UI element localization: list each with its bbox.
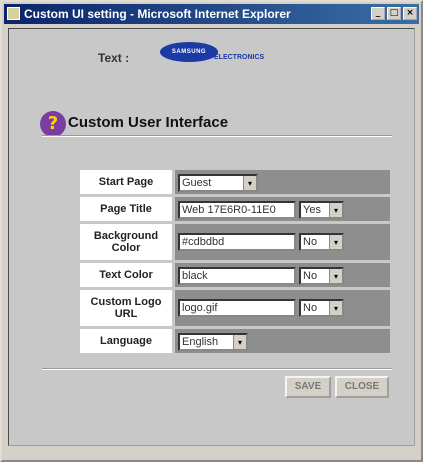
row-custom-logo-url: Custom Logo URL logo.gif No ▾ [80, 290, 390, 326]
window-title: Custom UI setting - Microsoft Internet E… [24, 7, 291, 21]
background-color-toggle[interactable]: No ▾ [299, 233, 344, 251]
language-label: Language [80, 329, 172, 353]
background-color-input[interactable]: #cdbdbd [178, 233, 296, 251]
background-color-cell: #cdbdbd No ▾ [175, 224, 390, 260]
page-title-label: Page Title [80, 197, 172, 221]
divider [42, 368, 392, 370]
row-background-color: Background Color #cdbdbd No ▾ [80, 224, 390, 260]
page-title-input[interactable]: Web 17E6R0-11E0 [178, 201, 296, 219]
page-title-toggle-value: Yes [303, 204, 321, 216]
save-button[interactable]: SAVE [285, 376, 331, 398]
start-page-select[interactable]: Guest ▾ [178, 174, 258, 192]
custom-logo-url-input[interactable]: logo.gif [178, 299, 296, 317]
samsung-logo: SAMSUNG ELECTRONICS [160, 42, 290, 68]
row-text-color: Text Color black No ▾ [80, 263, 390, 287]
custom-logo-url-cell: logo.gif No ▾ [175, 290, 390, 326]
language-cell: English ▾ [175, 329, 390, 353]
page-title-toggle[interactable]: Yes ▾ [299, 201, 344, 219]
chevron-down-icon[interactable]: ▾ [329, 301, 342, 315]
close-button[interactable]: CLOSE [335, 376, 389, 398]
start-page-label: Start Page [80, 170, 172, 194]
chevron-down-icon[interactable]: ▾ [243, 176, 256, 190]
chevron-down-icon[interactable]: ▾ [329, 235, 342, 249]
start-page-cell: Guest ▾ [175, 170, 390, 194]
minimize-icon[interactable]: _ [371, 7, 385, 20]
title-bar: Custom UI setting - Microsoft Internet E… [4, 4, 419, 24]
section-title: Custom User Interface [68, 114, 229, 131]
chevron-down-icon[interactable]: ▾ [329, 203, 342, 217]
text-color-input[interactable]: black [178, 267, 296, 285]
custom-logo-url-toggle[interactable]: No ▾ [299, 299, 344, 317]
background-color-toggle-value: No [303, 236, 318, 248]
start-page-value: Guest [182, 177, 212, 189]
row-start-page: Start Page Guest ▾ [80, 170, 390, 194]
chevron-down-icon[interactable]: ▾ [329, 269, 342, 283]
language-value: English [182, 336, 219, 348]
background-color-label: Background Color [80, 224, 172, 260]
logo-subtitle: ELECTRONICS [214, 54, 265, 61]
logo-brand: SAMSUNG [160, 42, 218, 62]
row-page-title: Page Title Web 17E6R0-11E0 Yes ▾ [80, 197, 390, 221]
custom-logo-url-label: Custom Logo URL [80, 290, 172, 326]
maximize-icon[interactable]: □ [387, 7, 401, 20]
chevron-down-icon[interactable]: ▾ [233, 335, 246, 349]
text-color-toggle-value: No [303, 270, 318, 282]
divider [42, 135, 392, 137]
help-icon: ? [40, 111, 66, 137]
text-color-toggle[interactable]: No ▾ [299, 267, 344, 285]
text-label: Text : [98, 51, 130, 65]
text-color-label: Text Color [80, 263, 172, 287]
browser-window: Custom UI setting - Microsoft Internet E… [0, 0, 423, 462]
close-icon[interactable]: × [403, 7, 417, 20]
page-title-cell: Web 17E6R0-11E0 Yes ▾ [175, 197, 390, 221]
row-language: Language English ▾ [80, 329, 390, 353]
app-icon [7, 7, 20, 20]
text-color-cell: black No ▾ [175, 263, 390, 287]
custom-logo-url-toggle-value: No [303, 302, 318, 314]
language-select[interactable]: English ▾ [178, 333, 248, 351]
